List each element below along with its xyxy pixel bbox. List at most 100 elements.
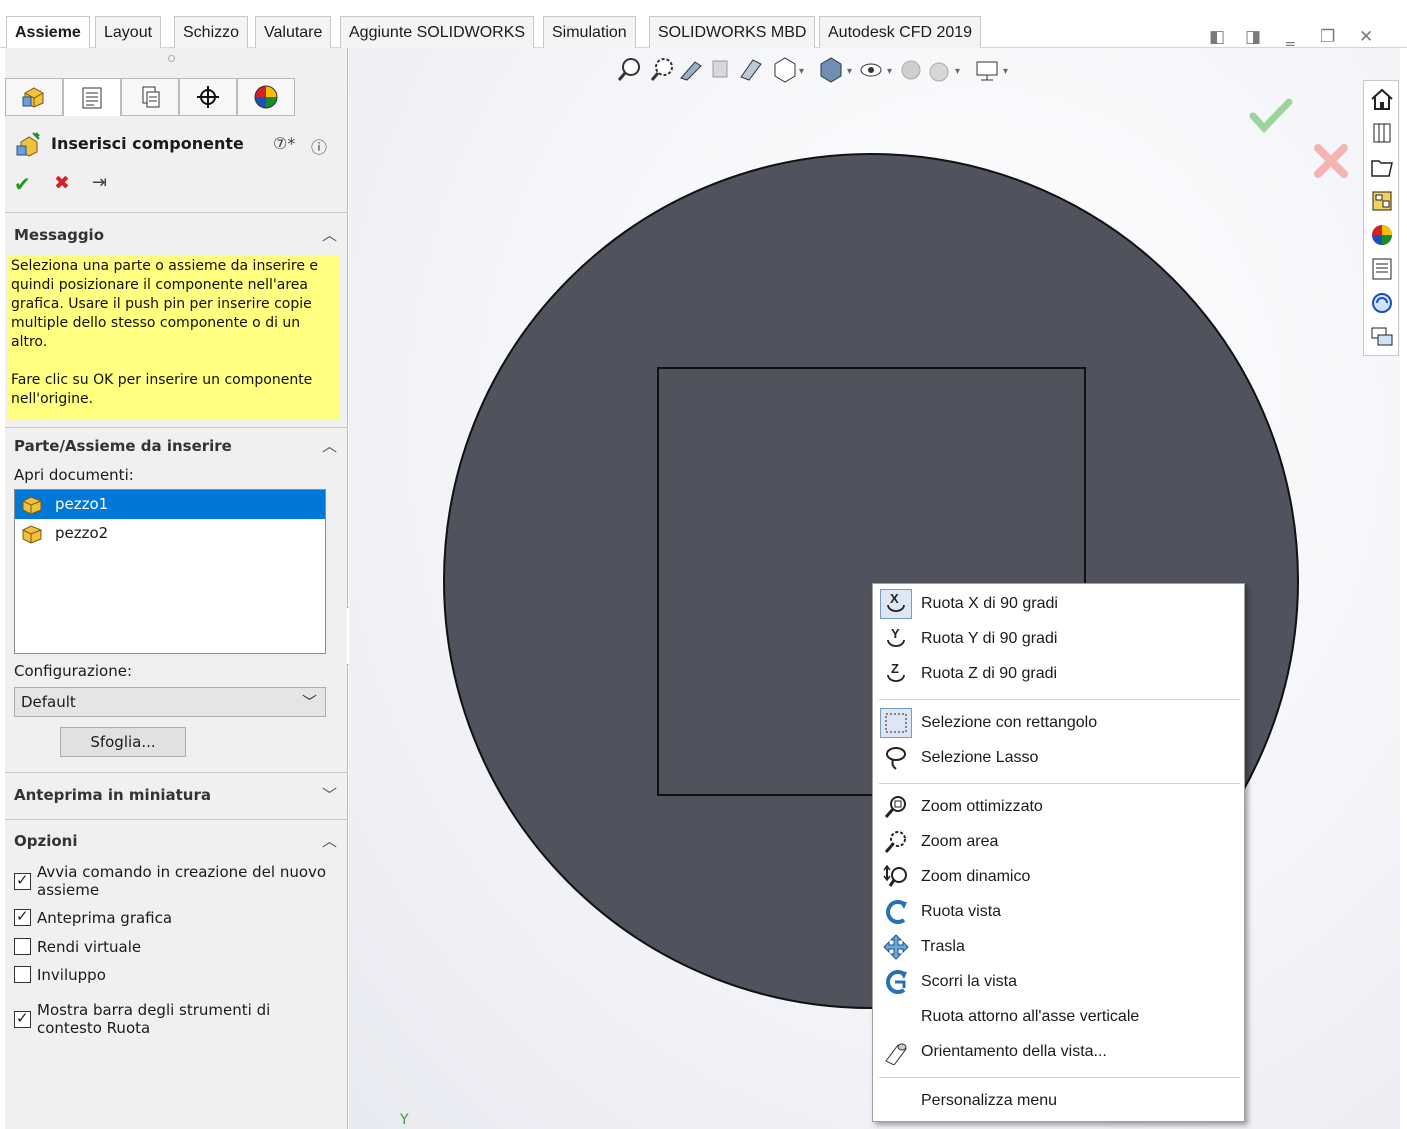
zoom-dynamic-icon <box>880 862 912 892</box>
dynamic-annotation-icon[interactable] <box>740 59 762 81</box>
menu-item-customize-menu[interactable]: Personalizza menu <box>873 1084 1244 1118</box>
cancel-button[interactable]: ✖ <box>54 172 70 194</box>
restore-icon[interactable]: ❐ <box>1320 27 1335 47</box>
collapse-right-icon[interactable]: ◨ <box>1245 27 1261 47</box>
tab-assieme[interactable]: Assieme <box>6 16 90 49</box>
tab-aggiunte-solidworks[interactable]: Aggiunte SOLIDWORKS <box>340 16 535 48</box>
chevron-up-icon[interactable]: ︿ <box>322 224 337 245</box>
menu-item-rotate-vertical-axis[interactable]: Ruota attorno all'asse verticale <box>873 1000 1244 1034</box>
svg-text:▾: ▾ <box>1003 66 1008 77</box>
view-settings-icon[interactable]: ▾ <box>976 61 1008 81</box>
menu-item-label: Ruota Z di 90 gradi <box>921 665 1058 682</box>
design-library-icon[interactable] <box>1370 121 1394 145</box>
option-rotate-context-toolbar[interactable]: ✓ Mostra barra degli strumenti di contes… <box>14 1001 334 1039</box>
option-graphic-preview[interactable]: ✓ Anteprima grafica <box>14 907 334 929</box>
lasso-icon <box>880 743 912 773</box>
zoom-to-fit-icon[interactable] <box>617 58 640 81</box>
menu-item-label: Ruota vista <box>921 903 1002 920</box>
apply-scene-icon[interactable]: ▾ <box>929 62 960 82</box>
view-orientation-icon[interactable]: ▾ <box>774 57 804 83</box>
pan-icon <box>880 932 912 962</box>
tab-valutare[interactable]: Valutare <box>255 16 332 48</box>
panel-grip-handle[interactable] <box>168 55 175 62</box>
menu-item-rotate-z[interactable]: Z Ruota Z di 90 gradi <box>873 657 1244 691</box>
forum-icon[interactable] <box>1370 325 1394 349</box>
menu-item-box-select[interactable]: Selezione con rettangolo <box>873 706 1244 740</box>
custom-properties-icon[interactable] <box>1370 257 1394 281</box>
menu-item-pan[interactable]: Trasla <box>873 930 1244 964</box>
home-icon[interactable] <box>1370 87 1394 111</box>
edit-appearance-icon[interactable] <box>901 60 921 80</box>
section-view-icon[interactable] <box>712 60 728 78</box>
menu-item-rotate-view[interactable]: Ruota vista <box>873 895 1244 929</box>
menu-item-rotate-y[interactable]: Y Ruota Y di 90 gradi <box>873 622 1244 656</box>
browse-button[interactable]: Sfoglia... <box>60 727 186 757</box>
checkbox[interactable] <box>14 938 31 955</box>
tab-dimxpert-manager[interactable] <box>179 78 237 116</box>
menu-item-zoom-fit[interactable]: Zoom ottimizzato <box>873 790 1244 824</box>
option-label: Avvia comando in creazione del nuovo ass… <box>37 863 327 899</box>
zoom-area-icon[interactable] <box>650 58 673 81</box>
appearances-scenes-icon[interactable] <box>1370 223 1394 247</box>
file-explorer-icon[interactable] <box>1370 155 1394 179</box>
menu-item-label: Personalizza menu <box>921 1092 1058 1109</box>
menu-item-label: Selezione con rettangolo <box>921 714 1098 731</box>
open-documents-list[interactable]: pezzo1 pezzo2 <box>14 489 326 654</box>
ok-button[interactable]: ✔ <box>14 172 31 196</box>
hide-show-items-icon[interactable]: ▾ <box>860 63 892 77</box>
menu-separator <box>879 1077 1240 1078</box>
menu-item-zoom-area[interactable]: Zoom area <box>873 825 1244 859</box>
configuration-select[interactable]: Default ﹀ <box>14 687 326 717</box>
feature-manager-tabs <box>5 78 295 116</box>
menu-item-roll-view[interactable]: Scorri la vista <box>873 965 1244 999</box>
whats-new-help-icon[interactable]: ⑦* <box>273 134 295 153</box>
collapse-left-icon[interactable]: ◧ <box>1209 27 1225 47</box>
tab-solidworks-mbd[interactable]: SOLIDWORKS MBD <box>649 16 816 48</box>
list-item-pezzo2[interactable]: pezzo2 <box>15 519 325 548</box>
context-menu: X Ruota X di 90 gradi Y Ruota Y di 90 gr… <box>872 583 1245 1122</box>
tab-simulation[interactable]: Simulation <box>543 16 636 48</box>
part-section-title[interactable]: Parte/Assieme da inserire <box>14 437 232 455</box>
chevron-down-icon[interactable]: ﹀ <box>322 784 337 805</box>
chevron-up-icon[interactable]: ︿ <box>322 830 337 851</box>
checkbox[interactable]: ✓ <box>14 871 31 890</box>
confirmation-ok-icon[interactable] <box>1249 98 1293 134</box>
svg-text:▾: ▾ <box>887 66 892 77</box>
checkbox[interactable]: ✓ <box>14 1009 31 1028</box>
rotate-x-icon: X <box>880 589 912 619</box>
menu-item-zoom-dynamic[interactable]: Zoom dinamico <box>873 860 1244 894</box>
menu-item-lasso-select[interactable]: Selezione Lasso <box>873 741 1244 775</box>
view-palette-icon[interactable] <box>1370 189 1394 213</box>
divider <box>5 819 347 820</box>
checkbox[interactable] <box>14 966 31 983</box>
option-start-command[interactable]: ✓ Avvia comando in creazione del nuovo a… <box>14 863 334 901</box>
tab-display-manager[interactable] <box>237 78 295 116</box>
previous-view-icon[interactable] <box>680 61 702 81</box>
menu-item-view-orientation[interactable]: Orientamento della vista... <box>873 1035 1244 1069</box>
solidworks-resources-icon[interactable] <box>1370 291 1394 315</box>
zoom-fit-icon <box>880 792 912 822</box>
list-item-pezzo1[interactable]: pezzo1 <box>15 490 325 519</box>
tab-feature-tree[interactable] <box>5 78 63 116</box>
push-pin-icon[interactable]: ⇥ <box>92 172 107 193</box>
tab-property-manager[interactable] <box>63 78 121 116</box>
tab-schizzo[interactable]: Schizzo <box>174 16 249 48</box>
tab-autodesk-cfd[interactable]: Autodesk CFD 2019 <box>819 16 982 48</box>
help-icon[interactable]: ⓘ <box>311 134 327 158</box>
option-envelope[interactable]: Inviluppo <box>14 966 334 986</box>
minimize-icon[interactable]: ‗ <box>1286 27 1295 47</box>
display-style-icon[interactable]: ▾ <box>820 57 852 83</box>
option-make-virtual[interactable]: Rendi virtuale <box>14 938 334 958</box>
options-section-title[interactable]: Opzioni <box>14 832 78 850</box>
menu-item-rotate-x[interactable]: X Ruota X di 90 gradi <box>873 587 1244 621</box>
configuration-value: Default <box>21 693 76 711</box>
tab-configuration-manager[interactable] <box>121 78 179 116</box>
view-toolbar-icons: ▾ ▾ ▾ ▾ ▾ <box>617 57 1008 83</box>
checkbox[interactable]: ✓ <box>14 907 31 926</box>
confirmation-cancel-icon[interactable] <box>1313 144 1349 178</box>
thumbnail-section-title[interactable]: Anteprima in miniatura <box>14 786 211 804</box>
tab-layout[interactable]: Layout <box>95 16 162 48</box>
message-section-title[interactable]: Messaggio <box>14 226 104 244</box>
close-icon[interactable]: ✕ <box>1359 27 1373 47</box>
chevron-up-icon[interactable]: ︿ <box>322 435 337 456</box>
